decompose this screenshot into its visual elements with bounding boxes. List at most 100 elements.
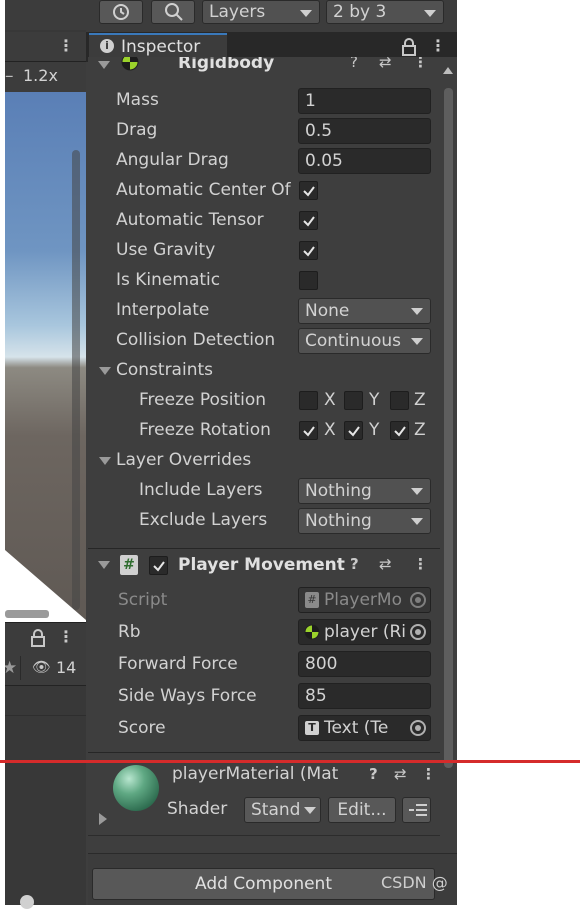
- list-menu-icon: [409, 804, 427, 816]
- shader-value: Stand: [251, 800, 301, 820]
- annotation-line: [0, 760, 580, 763]
- checkmark-icon: [348, 426, 360, 437]
- hidden-objects-icon[interactable]: 👁: [32, 658, 51, 676]
- more-options-icon[interactable]: ⋮: [58, 36, 74, 55]
- scene-zoom-row: – 1.2x: [0, 62, 86, 92]
- scroll-up-arrow-icon[interactable]: [443, 67, 453, 74]
- rigidbody-icon: [121, 57, 139, 71]
- foldout-arrow-icon[interactable]: [98, 61, 110, 69]
- use-gravity-label: Use Gravity: [116, 240, 216, 260]
- section-divider: [88, 752, 440, 753]
- help-icon[interactable]: ?: [369, 765, 378, 783]
- player-movement-title: Player Movement: [178, 555, 345, 575]
- freeze-position-y-checkbox[interactable]: [344, 391, 363, 410]
- scene-horizontal-scrollbar[interactable]: [5, 610, 49, 618]
- presets-icon[interactable]: ⇄: [379, 57, 392, 71]
- freeze-rotation-label: Freeze Rotation: [139, 420, 271, 440]
- search-button[interactable]: [151, 0, 195, 24]
- drag-field[interactable]: 0.5: [298, 118, 431, 144]
- forward-force-label: Forward Force: [118, 654, 238, 674]
- zoom-slider-icon[interactable]: –: [5, 66, 14, 86]
- is-kinematic-label: Is Kinematic: [116, 270, 221, 290]
- scene-vertical-scrollbar[interactable]: [72, 150, 80, 610]
- automatic-tensor-checkbox[interactable]: [299, 211, 318, 230]
- foldout-arrow-icon[interactable]: [99, 813, 107, 825]
- checkmark-icon: [303, 186, 315, 197]
- constraints-foldout-icon[interactable]: [99, 367, 111, 375]
- layout-dropdown[interactable]: 2 by 3: [326, 0, 444, 24]
- exclude-layers-value: Nothing: [305, 511, 372, 531]
- interpolate-label: Interpolate: [116, 300, 210, 320]
- freeze-position-label: Freeze Position: [139, 390, 267, 410]
- score-value: Text (Te: [324, 718, 389, 738]
- shader-dropdown[interactable]: Stand: [244, 797, 321, 823]
- freeze-rotation-z-checkbox[interactable]: [390, 421, 409, 440]
- interpolate-dropdown[interactable]: None: [298, 298, 431, 324]
- include-layers-dropdown[interactable]: Nothing: [298, 478, 431, 504]
- slider-handle[interactable]: [20, 895, 34, 909]
- help-icon[interactable]: ?: [350, 57, 358, 71]
- presets-icon[interactable]: ⇄: [394, 765, 407, 783]
- freeze-position-z-checkbox[interactable]: [390, 391, 409, 410]
- rb-value: player (Ri: [324, 622, 407, 642]
- is-kinematic-checkbox[interactable]: [299, 271, 318, 290]
- foldout-arrow-icon[interactable]: [98, 561, 110, 569]
- mass-field[interactable]: 1: [298, 88, 431, 114]
- score-field[interactable]: T Text (Te: [298, 715, 431, 741]
- more-options-icon[interactable]: ⋮: [413, 555, 428, 573]
- checkmark-icon: [303, 246, 315, 257]
- freeze-position-x-checkbox[interactable]: [299, 391, 318, 410]
- axis-y-label: Y: [369, 390, 380, 410]
- layers-dropdown[interactable]: Layers: [202, 0, 320, 24]
- shader-menu-button[interactable]: [402, 797, 431, 823]
- automatic-center-checkbox[interactable]: [299, 181, 318, 200]
- script-icon: #: [305, 592, 319, 608]
- rigidbody-header[interactable]: Rigidbody ? ⇄ ⋮: [88, 57, 440, 77]
- inspector-scrollbar-thumb[interactable]: [444, 88, 453, 768]
- object-picker-icon: [410, 592, 426, 608]
- collision-detection-label: Collision Detection: [116, 330, 276, 350]
- exclude-layers-dropdown[interactable]: Nothing: [298, 508, 431, 534]
- collision-detection-dropdown[interactable]: Continuous: [298, 328, 431, 354]
- collision-detection-value: Continuous: [305, 331, 402, 351]
- more-options-icon[interactable]: ⋮: [413, 57, 428, 71]
- help-icon[interactable]: ?: [350, 555, 359, 573]
- angular-drag-label: Angular Drag: [116, 150, 229, 170]
- edit-shader-button[interactable]: Edit...: [328, 797, 396, 823]
- script-value: PlayerMo: [324, 590, 402, 610]
- presets-icon[interactable]: ⇄: [379, 555, 392, 573]
- layout-label: 2 by 3: [333, 2, 387, 22]
- more-options-icon[interactable]: ⋮: [430, 36, 446, 55]
- more-options-icon[interactable]: ⋮: [58, 627, 74, 646]
- checkmark-icon: [153, 561, 165, 572]
- watermark: CSDN @: [381, 873, 448, 892]
- section-divider: [88, 835, 440, 836]
- layer-overrides-foldout-icon[interactable]: [99, 457, 111, 465]
- component-enabled-checkbox[interactable]: [149, 556, 168, 575]
- page-margin: [0, 0, 5, 905]
- rb-label: Rb: [118, 622, 141, 642]
- rb-field[interactable]: player (Ri: [298, 619, 431, 645]
- use-gravity-checkbox[interactable]: [299, 241, 318, 260]
- lock-icon[interactable]: [31, 629, 45, 647]
- script-field: # PlayerMo: [298, 587, 431, 613]
- chevron-down-icon: [411, 338, 423, 345]
- object-picker-icon[interactable]: [410, 624, 426, 640]
- hierarchy-row[interactable]: [0, 686, 86, 716]
- player-movement-header[interactable]: # Player Movement ? ⇄ ⋮: [88, 548, 440, 580]
- object-picker-icon[interactable]: [410, 720, 426, 736]
- scene-tab-bar: ⋮: [0, 32, 86, 62]
- axis-x-label: X: [324, 390, 336, 410]
- text-icon: T: [305, 721, 319, 735]
- freeze-rotation-y-checkbox[interactable]: [344, 421, 363, 440]
- include-layers-value: Nothing: [305, 481, 372, 501]
- automatic-center-label: Automatic Center Of: [116, 180, 291, 200]
- angular-drag-field[interactable]: 0.05: [298, 148, 431, 174]
- lock-icon[interactable]: [402, 38, 416, 56]
- side-ways-force-field[interactable]: 85: [298, 683, 431, 709]
- freeze-rotation-x-checkbox[interactable]: [299, 421, 318, 440]
- more-options-icon[interactable]: ⋮: [421, 765, 436, 783]
- history-button[interactable]: [99, 0, 143, 24]
- forward-force-field[interactable]: 800: [298, 651, 431, 677]
- hierarchy-header: ⋮: [0, 622, 86, 652]
